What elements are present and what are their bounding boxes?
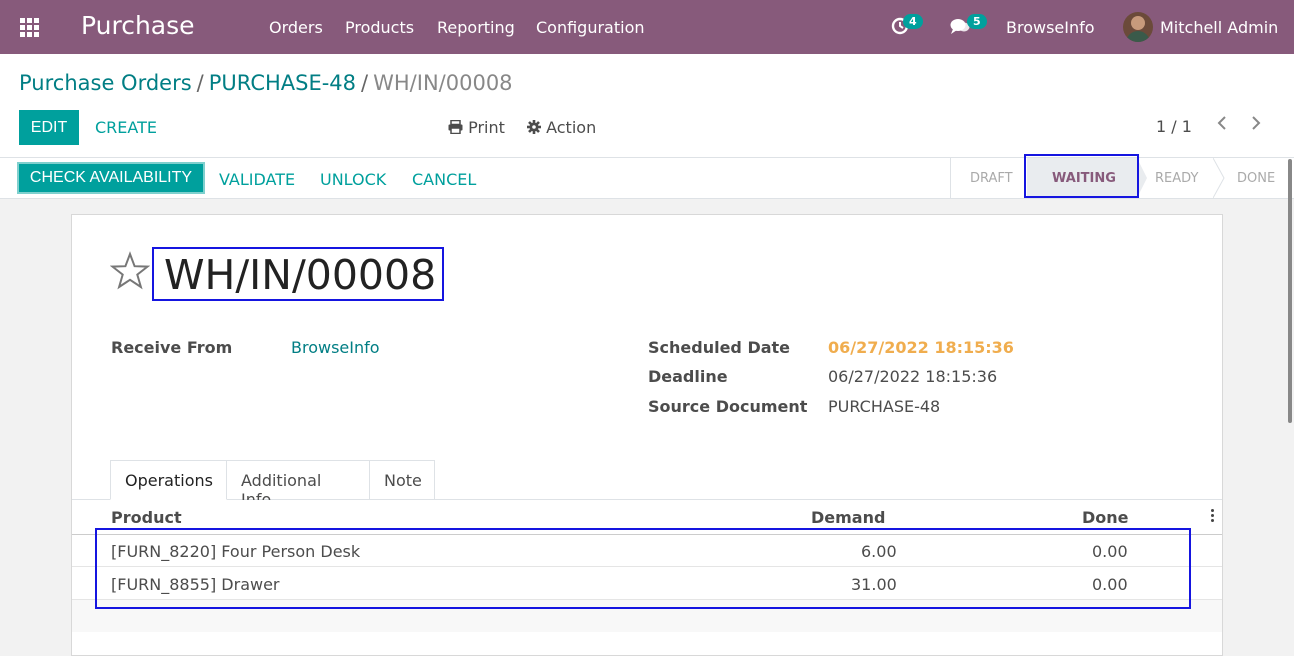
top-navbar: Purchase Orders Products Reporting Confi… [0, 0, 1294, 54]
scheduled-date-value: 06/27/2022 18:15:36 [828, 338, 1014, 357]
source-document-label: Source Document [648, 397, 808, 416]
tab-operations[interactable]: Operations [110, 460, 227, 500]
activity-button[interactable]: 4 [891, 14, 923, 39]
menu-products[interactable]: Products [345, 18, 414, 37]
action-button[interactable]: Action [527, 118, 596, 137]
scrollbar[interactable] [1288, 159, 1292, 423]
breadcrumb-separator: / [196, 71, 204, 95]
stage-waiting[interactable]: WAITING [1052, 171, 1116, 186]
done-cell[interactable]: 0.00 [1092, 575, 1128, 594]
table-row[interactable]: [FURN_8220] Four Person Desk 6.00 0.00 [72, 534, 1222, 567]
source-document-value: PURCHASE-48 [828, 397, 941, 416]
deadline-value: 06/27/2022 18:15:36 [828, 367, 998, 386]
stage-separator-icon [1213, 158, 1225, 198]
validate-button[interactable]: VALIDATE [219, 170, 295, 189]
product-cell[interactable]: [FURN_8220] Four Person Desk [111, 542, 360, 561]
column-done[interactable]: Done [1082, 508, 1129, 527]
print-button[interactable]: Print [448, 118, 505, 137]
print-label: Print [468, 118, 505, 137]
control-panel: Purchase Orders / PURCHASE-48/WH/IN/00008 … [0, 54, 1294, 158]
gear-icon [527, 120, 541, 134]
app-title[interactable]: Purchase [81, 11, 195, 40]
breadcrumb-purchase-orders[interactable]: Purchase Orders [19, 71, 192, 95]
stage-pipeline: DRAFT WAITING READY DONE [950, 158, 1275, 198]
messages-badge: 5 [967, 14, 987, 29]
unlock-button[interactable]: UNLOCK [320, 170, 386, 189]
activity-badge: 4 [903, 14, 923, 29]
action-label: Action [546, 118, 597, 137]
table-header: Product Demand Done [72, 500, 1222, 535]
done-cell[interactable]: 0.00 [1092, 542, 1128, 561]
chevron-left-icon [1217, 116, 1226, 130]
stage-done[interactable]: DONE [1237, 171, 1275, 186]
breadcrumb-current: WH/IN/00008 [373, 71, 513, 95]
edit-button[interactable]: EDIT [19, 110, 79, 145]
statusbar: CHECK AVAILABILITY VALIDATE UNLOCK CANCE… [0, 158, 1294, 199]
breadcrumb: Purchase Orders / PURCHASE-48/WH/IN/00008 [19, 71, 513, 95]
demand-cell[interactable]: 6.00 [861, 542, 897, 561]
pager-next-button[interactable] [1250, 115, 1262, 136]
table-row[interactable]: [FURN_8855] Drawer 31.00 0.00 [72, 567, 1222, 600]
tab-note[interactable]: Note [369, 460, 435, 500]
stage-ready[interactable]: READY [1155, 171, 1198, 186]
receive-from-value[interactable]: BrowseInfo [291, 338, 380, 357]
pager-previous-button[interactable] [1216, 115, 1228, 136]
create-button[interactable]: CREATE [95, 118, 157, 137]
menu-reporting[interactable]: Reporting [437, 18, 515, 37]
apps-menu-icon[interactable] [20, 18, 40, 37]
stage-draft[interactable]: DRAFT [970, 171, 1013, 186]
avatar[interactable] [1123, 12, 1153, 42]
menu-configuration[interactable]: Configuration [536, 18, 645, 37]
breadcrumb-separator: / [361, 71, 369, 95]
deadline-label: Deadline [648, 367, 728, 386]
column-demand[interactable]: Demand [811, 508, 885, 527]
table-footer [72, 600, 1222, 632]
product-cell[interactable]: [FURN_8855] Drawer [111, 575, 280, 594]
column-product[interactable]: Product [111, 508, 182, 527]
demand-cell[interactable]: 31.00 [851, 575, 897, 594]
cancel-button[interactable]: CANCEL [412, 170, 476, 189]
menu-orders[interactable]: Orders [269, 18, 323, 37]
printer-icon [448, 119, 463, 135]
breadcrumb-purchase-order[interactable]: PURCHASE-48 [209, 71, 356, 95]
scheduled-date-label: Scheduled Date [648, 338, 791, 357]
star-icon[interactable] [110, 251, 150, 291]
chevron-right-icon [1252, 116, 1261, 130]
pager-value[interactable]: 1 / 1 [1156, 117, 1192, 136]
form-sheet: WH/IN/00008 Receive From BrowseInfo Sche… [71, 214, 1223, 656]
record-title: WH/IN/00008 [164, 251, 437, 299]
receive-from-label: Receive From [111, 338, 233, 357]
stage-arrow [1137, 158, 1147, 198]
check-availability-button[interactable]: CHECK AVAILABILITY [17, 162, 205, 194]
optional-columns-icon[interactable] [1211, 509, 1215, 524]
company-switcher[interactable]: BrowseInfo [1006, 18, 1095, 37]
messages-button[interactable]: 5 [950, 14, 987, 39]
tab-additional-info[interactable]: Additional Info [226, 460, 370, 509]
user-menu[interactable]: Mitchell Admin [1160, 18, 1278, 37]
